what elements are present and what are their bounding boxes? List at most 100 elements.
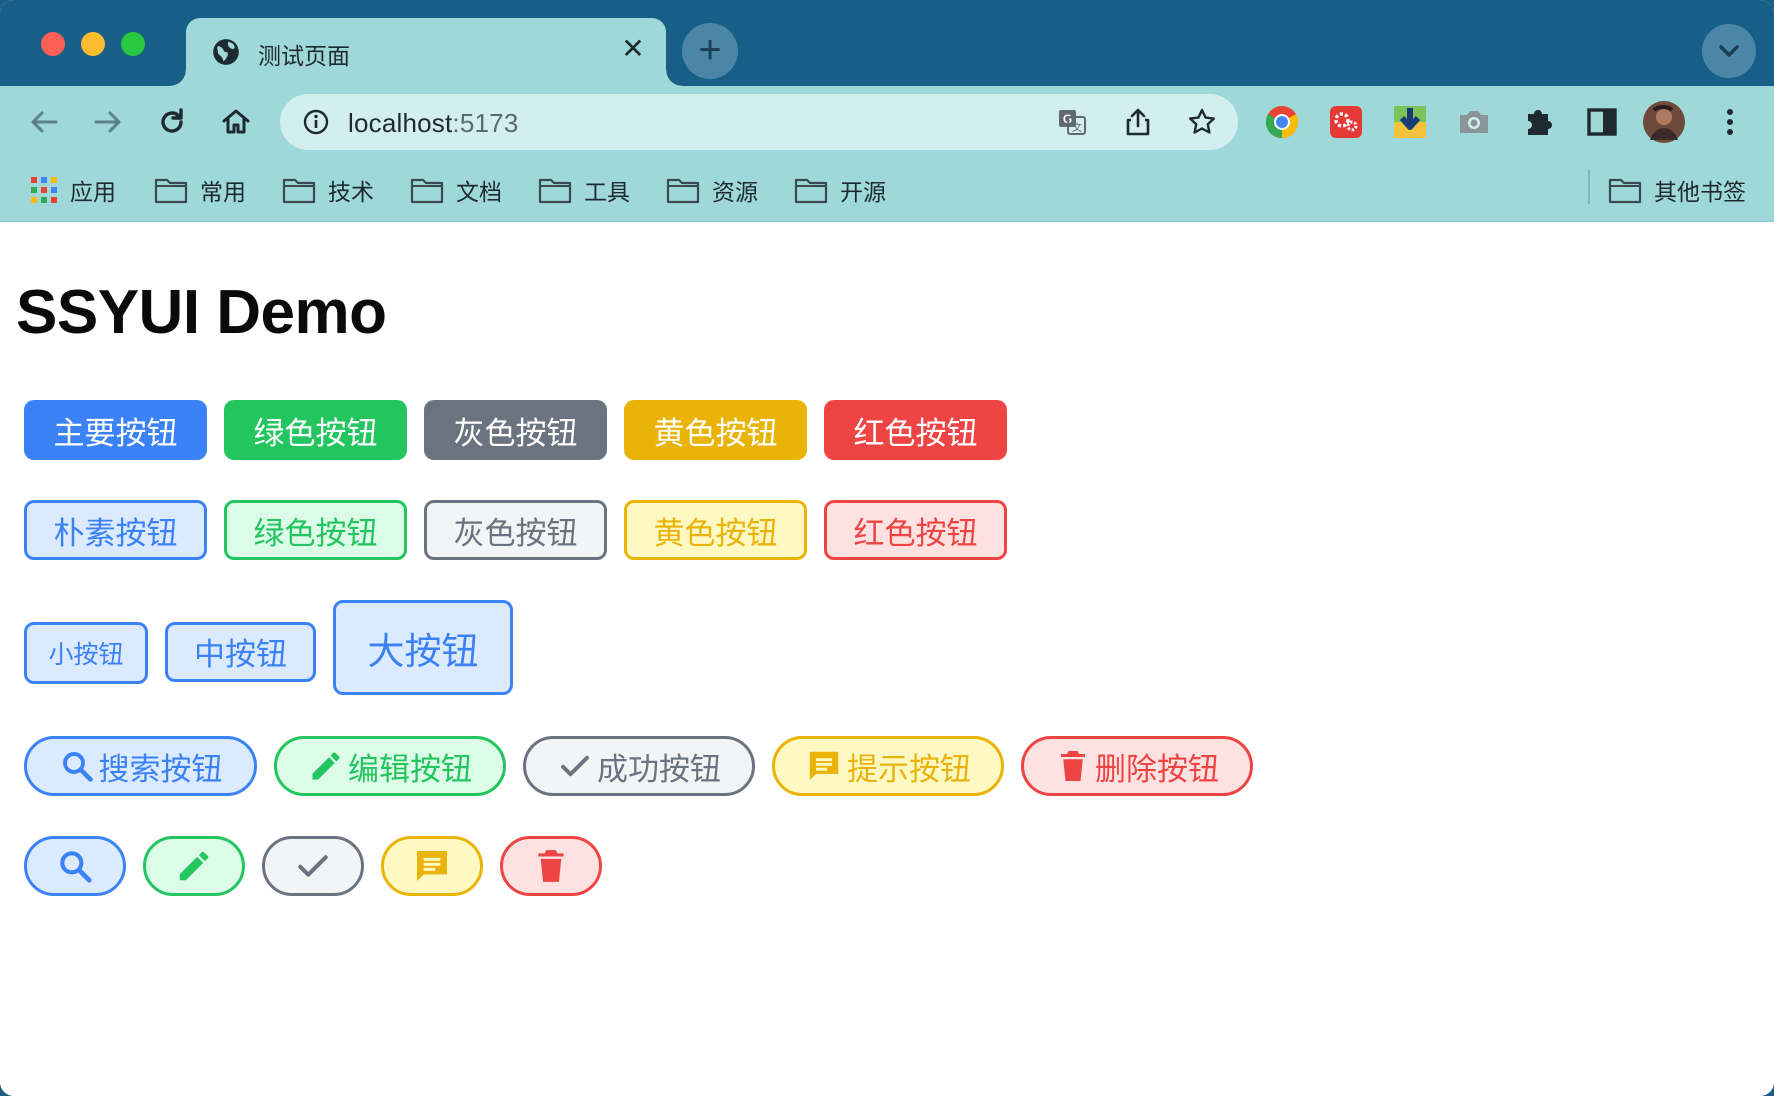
page-content: SSYUI Demo 主要按钮 绿色按钮 灰色按钮 黄色按钮 红色按钮 朴素按钮… bbox=[0, 223, 1774, 1096]
download-extension-icon[interactable] bbox=[1392, 104, 1428, 140]
home-icon[interactable] bbox=[218, 104, 254, 140]
side-panel-icon[interactable] bbox=[1584, 104, 1620, 140]
edit-icon-button[interactable] bbox=[143, 836, 245, 896]
warning-button[interactable]: 黄色按钮 bbox=[624, 400, 807, 460]
puzzle-icon[interactable] bbox=[1520, 104, 1556, 140]
search-icon bbox=[62, 752, 93, 782]
plain-button-row: 朴素按钮 绿色按钮 灰色按钮 黄色按钮 红色按钮 bbox=[24, 500, 1007, 560]
message-icon-button[interactable] bbox=[381, 836, 483, 896]
chevron-down-icon bbox=[1719, 45, 1739, 57]
camera-extension-icon[interactable] bbox=[1456, 104, 1492, 140]
icon-text-button-row: 搜索按钮 编辑按钮 成功按钮 提示按钮 删除按钮 bbox=[24, 736, 1253, 796]
chrome-extension-icon[interactable] bbox=[1264, 104, 1300, 140]
delete-icon-button[interactable] bbox=[500, 836, 602, 896]
info-button[interactable]: 灰色按钮 bbox=[424, 400, 607, 460]
tab-search-button[interactable] bbox=[1702, 24, 1756, 78]
tab-strip: 测试页面 ✕ + bbox=[0, 0, 1774, 86]
tip-button[interactable]: 提示按钮 bbox=[772, 736, 1004, 796]
browser-window: 测试页面 ✕ + localhost:5173 G 文 应用 常用 技术 文档 … bbox=[0, 0, 1774, 1096]
pencil-icon bbox=[179, 851, 209, 881]
bookmark-other[interactable]: 其他书签 bbox=[1608, 172, 1746, 208]
bookmark-apps[interactable]: 应用 bbox=[30, 172, 116, 208]
bookmark-label: 资源 bbox=[712, 179, 758, 205]
button-label: 编辑按钮 bbox=[348, 751, 472, 788]
danger-button[interactable]: 红色按钮 bbox=[824, 400, 1007, 460]
page-title: SSYUI Demo bbox=[16, 278, 387, 347]
button-label: 删除按钮 bbox=[1095, 751, 1219, 788]
new-tab-button[interactable]: + bbox=[682, 23, 738, 79]
plain-success-button[interactable]: 绿色按钮 bbox=[224, 500, 407, 560]
address-bar[interactable]: localhost:5173 G 文 bbox=[280, 94, 1238, 150]
folder-icon bbox=[1608, 178, 1642, 204]
size-button-row: 小按钮 中按钮 大按钮 bbox=[24, 600, 513, 695]
primary-button[interactable]: 主要按钮 bbox=[24, 400, 207, 460]
avatar[interactable] bbox=[1642, 100, 1686, 144]
kebab-menu-icon[interactable] bbox=[1712, 104, 1748, 140]
folder-icon bbox=[666, 178, 700, 204]
bookmark-folder[interactable]: 常用 bbox=[154, 172, 246, 208]
window-minimize-button[interactable] bbox=[81, 32, 105, 56]
share-icon[interactable] bbox=[1122, 106, 1154, 138]
url-host: localhost bbox=[348, 108, 453, 138]
bookmark-label: 其他书签 bbox=[1654, 179, 1746, 205]
gear-extension-icon[interactable] bbox=[1328, 104, 1364, 140]
translate-icon[interactable]: G 文 bbox=[1056, 106, 1088, 138]
tab-close-icon[interactable]: ✕ bbox=[618, 34, 648, 64]
reload-icon[interactable] bbox=[154, 104, 190, 140]
large-button[interactable]: 大按钮 bbox=[333, 600, 513, 695]
bookmark-folder[interactable]: 开源 bbox=[794, 172, 886, 208]
medium-button[interactable]: 中按钮 bbox=[165, 621, 316, 682]
apps-grid-icon bbox=[31, 177, 57, 203]
search-button[interactable]: 搜索按钮 bbox=[24, 736, 257, 796]
window-close-button[interactable] bbox=[41, 32, 65, 56]
folder-icon bbox=[538, 178, 572, 204]
plain-primary-button[interactable]: 朴素按钮 bbox=[24, 500, 207, 560]
pencil-icon bbox=[312, 752, 340, 780]
plain-info-button[interactable]: 灰色按钮 bbox=[424, 500, 607, 560]
button-label: 成功按钮 bbox=[597, 751, 721, 788]
svg-text:文: 文 bbox=[1072, 121, 1082, 134]
solid-button-row: 主要按钮 绿色按钮 灰色按钮 黄色按钮 红色按钮 bbox=[24, 400, 1007, 460]
forward-arrow-icon[interactable] bbox=[90, 104, 126, 140]
success-check-button[interactable]: 成功按钮 bbox=[523, 736, 755, 796]
bookmark-folder[interactable]: 工具 bbox=[538, 172, 630, 208]
small-button[interactable]: 小按钮 bbox=[24, 621, 148, 684]
message-icon bbox=[809, 751, 839, 781]
folder-icon bbox=[410, 178, 444, 204]
edit-button[interactable]: 编辑按钮 bbox=[274, 736, 506, 796]
check-icon bbox=[561, 755, 589, 777]
back-arrow-icon[interactable] bbox=[26, 104, 62, 140]
bookmark-folder[interactable]: 技术 bbox=[282, 172, 374, 208]
bookmarks-divider bbox=[1588, 170, 1590, 204]
bookmark-label: 开源 bbox=[840, 179, 886, 205]
plain-danger-button[interactable]: 红色按钮 bbox=[824, 500, 1007, 560]
site-info-icon[interactable] bbox=[302, 108, 330, 136]
button-label: 搜索按钮 bbox=[98, 751, 223, 788]
success-button[interactable]: 绿色按钮 bbox=[224, 400, 407, 460]
bookmark-folder[interactable]: 文档 bbox=[410, 172, 502, 208]
check-icon-button[interactable] bbox=[262, 836, 364, 896]
button-label: 提示按钮 bbox=[847, 751, 971, 788]
bookmarks-bar: 应用 常用 技术 文档 工具 资源 开源 其他书签 bbox=[0, 158, 1774, 222]
message-icon bbox=[417, 851, 447, 881]
plain-warning-button[interactable]: 黄色按钮 bbox=[624, 500, 807, 560]
check-icon bbox=[298, 855, 328, 877]
search-icon-button[interactable] bbox=[24, 836, 126, 896]
bookmark-label: 文档 bbox=[456, 179, 502, 205]
globe-icon bbox=[213, 39, 239, 65]
bookmark-label: 技术 bbox=[328, 179, 374, 205]
folder-icon bbox=[154, 178, 188, 204]
bookmark-star-icon[interactable] bbox=[1186, 106, 1218, 138]
bookmark-folder[interactable]: 资源 bbox=[666, 172, 758, 208]
bookmark-label: 应用 bbox=[70, 179, 116, 205]
icon-only-button-row bbox=[24, 836, 602, 896]
delete-button[interactable]: 删除按钮 bbox=[1021, 736, 1253, 796]
folder-icon bbox=[794, 178, 828, 204]
trash-icon bbox=[538, 850, 564, 882]
bookmark-label: 工具 bbox=[584, 179, 630, 205]
url-text: localhost:5173 bbox=[348, 108, 519, 139]
trash-icon bbox=[1061, 751, 1085, 781]
window-maximize-button[interactable] bbox=[121, 32, 145, 56]
browser-tab-active[interactable]: 测试页面 ✕ bbox=[170, 18, 682, 86]
search-icon bbox=[60, 851, 92, 883]
